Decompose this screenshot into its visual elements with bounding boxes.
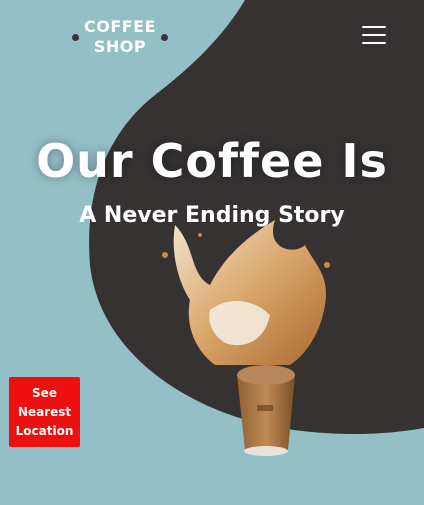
coffee-shop-logo[interactable]: COFFEE SHOP xyxy=(70,12,170,62)
hamburger-menu-icon[interactable] xyxy=(362,26,386,46)
coffee-splash-cup-image xyxy=(162,220,330,456)
hero-headline: Our Coffee Is xyxy=(36,134,388,188)
logo-dot-right xyxy=(161,34,168,41)
logo-dot-left xyxy=(72,34,79,41)
logo-text: COFFEE SHOP xyxy=(83,17,157,56)
see-nearest-location-button[interactable]: See Nearest Location xyxy=(9,377,80,447)
